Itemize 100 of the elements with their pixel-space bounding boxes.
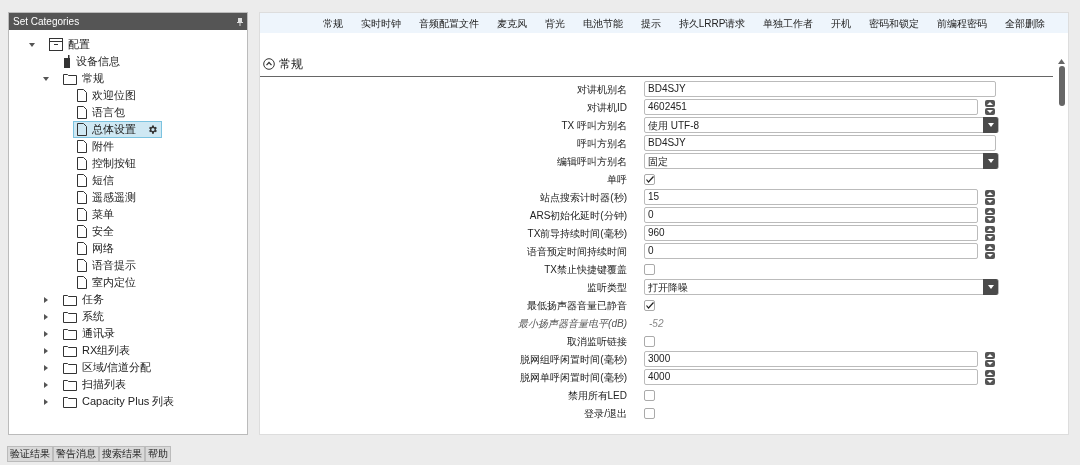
page-icon [77,140,87,153]
tree-item[interactable]: 区域/信道分配 [59,359,156,376]
tab[interactable]: 搜索结果 [99,446,145,462]
tree-item-label: 欢迎位图 [92,88,136,104]
tree-item[interactable]: 配置 [45,36,94,53]
checkbox[interactable] [644,173,655,185]
number-field[interactable]: 4000 [644,369,978,385]
tree-item-label: 遥感遥测 [92,190,136,206]
number-field[interactable]: 4602451 [644,99,978,115]
pin-icon[interactable] [237,17,243,26]
section-title: 常规 [279,56,303,73]
checkbox[interactable] [644,335,655,347]
collapse-caret-icon[interactable] [29,41,35,48]
number-field[interactable]: 15 [644,189,978,205]
field-label: TX前导持续时间(毫秒) [526,226,628,241]
number-field[interactable]: 3000 [644,351,978,367]
spinner-icon[interactable] [985,99,995,115]
spinner-icon[interactable] [985,189,995,205]
nav-link[interactable]: 提示 [640,15,661,31]
nav-link[interactable]: 实时时钟 [360,15,401,31]
nav-link[interactable]: 电池节能 [582,15,623,31]
tree-item[interactable]: 安全 [73,223,118,240]
spinner-icon[interactable] [985,243,995,259]
expand-caret-icon[interactable] [43,296,49,303]
checkbox[interactable] [644,263,655,275]
tab[interactable]: 帮助 [145,446,171,462]
spinner-icon[interactable] [985,369,995,385]
field-label: TX 呼叫方别名 [560,118,628,133]
panel-title: Set Categories [13,15,80,29]
dropdown[interactable]: 使用 UTF-8 [644,117,999,133]
tree-item[interactable]: 任务 [59,291,108,308]
expand-caret-icon[interactable] [43,330,49,337]
tab[interactable]: 警告消息 [53,446,99,462]
nav-link[interactable]: 前编程密码 [937,15,988,31]
nav-link[interactable]: 全部删除 [1005,15,1046,31]
number-field[interactable]: 960 [644,225,978,241]
page-icon [77,174,87,187]
tree-item-label: 设备信息 [76,54,120,70]
tree-item[interactable]: 常规 [59,70,108,87]
tree-item[interactable]: 扫描列表 [59,376,130,393]
page-icon [77,208,87,221]
collapse-caret-icon[interactable] [43,75,49,82]
folder-icon [63,72,77,85]
expand-caret-icon[interactable] [43,381,49,388]
tree-item[interactable]: 控制按钮 [73,155,140,172]
collapse-icon[interactable] [263,58,275,70]
tree-item-label: 语音提示 [92,258,136,274]
spinner-icon[interactable] [985,351,995,367]
expand-caret-icon[interactable] [43,347,49,354]
tree-item[interactable]: 网络 [73,240,118,257]
number-field[interactable]: 0 [644,207,978,223]
dropdown[interactable]: 固定 [644,153,999,169]
scroll-up-arrow-icon[interactable] [1058,59,1065,64]
expand-caret-icon[interactable] [43,364,49,371]
tree-item[interactable]: 语音提示 [73,257,140,274]
text-field[interactable]: BD4SJY [644,81,996,97]
nav-link[interactable]: 开机 [831,15,852,31]
spinner-icon[interactable] [985,207,995,223]
checkbox[interactable] [644,389,655,401]
tab[interactable]: 验证结果 [7,446,53,462]
tree-item[interactable]: 通讯录 [59,325,119,342]
tree-item[interactable]: Capacity Plus 列表 [59,393,179,410]
nav-link[interactable]: 单独工作者 [763,15,814,31]
nav-link[interactable]: 密码和锁定 [869,15,920,31]
tree-item[interactable]: 附件 [73,138,118,155]
expand-caret-icon[interactable] [43,313,49,320]
tree-item[interactable]: 欢迎位图 [73,87,140,104]
tree-item[interactable]: 遥感遥测 [73,189,140,206]
nav-link[interactable]: 音频配置文件 [418,15,479,31]
nav-link[interactable]: 常规 [322,15,343,31]
nav-link[interactable]: 麦克风 [496,15,527,31]
field-label: 对讲机ID [586,100,628,115]
tree-item[interactable]: 总体设置 [73,121,162,138]
spinner-icon[interactable] [985,225,995,241]
nav-link[interactable]: 背光 [544,15,565,31]
checkbox[interactable] [644,299,655,311]
archive-icon [49,38,63,51]
tree-item[interactable]: 短信 [73,172,118,189]
tree-item[interactable]: RX组列表 [59,342,135,359]
page-icon [77,123,87,136]
nav-link[interactable]: 持久LRRP请求 [678,15,746,31]
text-field[interactable]: BD4SJY [644,135,996,151]
gear-icon[interactable] [147,124,158,135]
field-label: 脱网单呼闲置时间(毫秒) [519,370,628,385]
tree-item[interactable]: 系统 [59,308,108,325]
tree-item-label: 系统 [82,309,104,325]
folder-icon [63,310,77,323]
number-field[interactable]: 0 [644,243,978,259]
folder-icon [63,344,77,357]
tree-item-label: 网络 [92,241,114,257]
folder-icon [63,378,77,391]
checkbox[interactable] [644,407,655,419]
tree-item[interactable]: 设备信息 [59,53,124,70]
expand-caret-icon[interactable] [43,398,49,405]
dropdown[interactable]: 打开降噪 [644,279,999,295]
tree-item[interactable]: 室内定位 [73,274,140,291]
tree-item[interactable]: 语言包 [73,104,129,121]
tree-item[interactable]: 菜单 [73,206,118,223]
field-label: 禁用所有LED [566,388,628,403]
tree-item-label: 语言包 [92,105,125,121]
